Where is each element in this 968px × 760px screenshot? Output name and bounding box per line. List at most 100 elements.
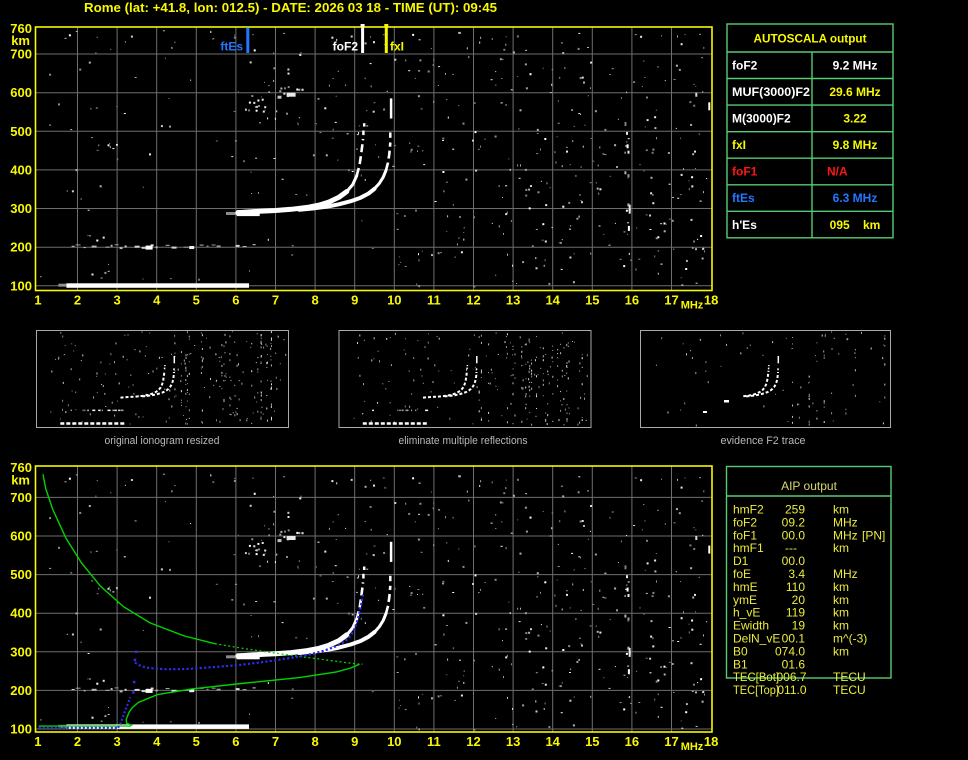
svg-text:B0: B0 xyxy=(733,644,748,658)
svg-text:MHz: MHz xyxy=(681,300,704,312)
svg-text:ftEs: ftEs xyxy=(732,191,755,205)
svg-text:hmE: hmE xyxy=(733,580,758,594)
svg-text:3: 3 xyxy=(113,293,120,308)
svg-text:fxI: fxI xyxy=(732,138,746,152)
svg-text:600: 600 xyxy=(10,529,32,544)
svg-text:5: 5 xyxy=(193,734,200,749)
svg-text:19: 19 xyxy=(792,619,806,633)
svg-text:D1: D1 xyxy=(733,554,749,568)
svg-text:1: 1 xyxy=(34,293,41,308)
svg-text:13: 13 xyxy=(506,293,520,308)
svg-text:15: 15 xyxy=(585,293,599,308)
svg-text:foF2: foF2 xyxy=(733,515,757,529)
svg-text:11: 11 xyxy=(427,734,441,749)
svg-text:300: 300 xyxy=(10,644,32,659)
svg-text:074.0: 074.0 xyxy=(775,644,805,658)
svg-text:095 km: 095 km xyxy=(830,218,881,232)
svg-text:17: 17 xyxy=(664,734,678,749)
svg-text:12: 12 xyxy=(466,293,480,308)
svg-text:200: 200 xyxy=(10,683,32,698)
svg-text:3.4: 3.4 xyxy=(788,567,805,581)
svg-text:N/A: N/A xyxy=(827,165,848,179)
svg-text:Ewidth: Ewidth xyxy=(733,619,769,633)
svg-text:ftEs: ftEs xyxy=(220,40,243,54)
svg-text:400: 400 xyxy=(10,606,32,621)
svg-text:ymE: ymE xyxy=(733,593,757,607)
svg-text:AIP output: AIP output xyxy=(781,479,837,493)
svg-text:006.7: 006.7 xyxy=(776,670,806,684)
svg-text:5: 5 xyxy=(193,293,200,308)
svg-text:km: km xyxy=(833,606,849,620)
svg-text:18: 18 xyxy=(704,293,718,308)
svg-text:3.22: 3.22 xyxy=(843,112,867,126)
svg-text:km: km xyxy=(833,541,849,555)
svg-text:hmF1: hmF1 xyxy=(733,541,764,555)
svg-text:M(3000)F2: M(3000)F2 xyxy=(732,112,791,126)
svg-text:6.3 MHz: 6.3 MHz xyxy=(833,191,878,205)
svg-text:km: km xyxy=(11,473,30,488)
svg-text:700: 700 xyxy=(10,47,32,62)
svg-text:17: 17 xyxy=(664,293,678,308)
svg-text:h_vE: h_vE xyxy=(733,606,760,620)
svg-text:00.1: 00.1 xyxy=(782,632,806,646)
svg-text:km: km xyxy=(833,593,849,607)
svg-text:4: 4 xyxy=(153,293,161,308)
svg-text:09.2: 09.2 xyxy=(782,515,806,529)
svg-text:9.8 MHz: 9.8 MHz xyxy=(833,138,878,152)
svg-text:259: 259 xyxy=(785,503,805,517)
svg-text:TEC[Top]: TEC[Top] xyxy=(733,683,779,697)
svg-text:[PN]: [PN] xyxy=(862,528,885,542)
svg-text:9: 9 xyxy=(351,293,358,308)
svg-text:3: 3 xyxy=(113,734,120,749)
svg-text:600: 600 xyxy=(10,85,32,100)
svg-text:km: km xyxy=(833,580,849,594)
svg-text:15: 15 xyxy=(585,734,599,749)
svg-text:10: 10 xyxy=(387,293,401,308)
svg-text:16: 16 xyxy=(625,293,639,308)
svg-text:km: km xyxy=(833,644,849,658)
svg-text:9: 9 xyxy=(351,734,358,749)
svg-text:400: 400 xyxy=(10,162,32,177)
svg-text:eliminate multiple reflections: eliminate multiple reflections xyxy=(399,435,528,447)
svg-text:km: km xyxy=(833,619,849,633)
svg-text:DelN_vE: DelN_vE xyxy=(733,632,780,646)
svg-text:16: 16 xyxy=(625,734,639,749)
svg-text:13: 13 xyxy=(506,734,520,749)
svg-text:12: 12 xyxy=(466,734,480,749)
svg-text:MHz: MHz xyxy=(833,515,858,529)
svg-text:14: 14 xyxy=(545,293,560,308)
svg-text:10: 10 xyxy=(387,734,401,749)
svg-text:500: 500 xyxy=(10,567,32,582)
svg-text:14: 14 xyxy=(545,734,560,749)
svg-text:m^(-3): m^(-3) xyxy=(833,632,867,646)
svg-text:11: 11 xyxy=(427,293,441,308)
svg-text:hmF2: hmF2 xyxy=(733,503,764,517)
svg-text:h'Es: h'Es xyxy=(732,218,757,232)
svg-text:B1: B1 xyxy=(733,657,748,671)
svg-text:original ionogram resized: original ionogram resized xyxy=(105,435,220,447)
svg-text:00.0: 00.0 xyxy=(782,528,806,542)
svg-text:AUTOSCALA output: AUTOSCALA output xyxy=(754,32,867,46)
svg-text:6: 6 xyxy=(232,293,239,308)
svg-text:MHz: MHz xyxy=(833,528,858,542)
svg-text:TECU: TECU xyxy=(833,683,866,697)
svg-text:6: 6 xyxy=(232,734,239,749)
svg-text:110: 110 xyxy=(786,580,805,594)
svg-text:---: --- xyxy=(785,541,797,555)
svg-text:1: 1 xyxy=(34,734,41,749)
svg-text:km: km xyxy=(833,503,849,517)
svg-text:foF2: foF2 xyxy=(333,40,359,54)
svg-text:fxI: fxI xyxy=(390,40,404,54)
svg-text:TECU: TECU xyxy=(833,670,866,684)
svg-text:8: 8 xyxy=(311,734,318,749)
svg-text:100: 100 xyxy=(10,278,32,293)
svg-text:18: 18 xyxy=(704,734,718,749)
svg-text:29.6 MHz: 29.6 MHz xyxy=(829,85,880,99)
svg-text:MHz: MHz xyxy=(833,567,858,581)
svg-text:foF2: foF2 xyxy=(732,59,758,73)
svg-text:foF1: foF1 xyxy=(733,528,757,542)
svg-text:foE: foE xyxy=(733,567,751,581)
svg-text:7: 7 xyxy=(272,734,279,749)
svg-text:evidence F2 trace: evidence F2 trace xyxy=(721,435,806,447)
svg-text:700: 700 xyxy=(10,490,32,505)
